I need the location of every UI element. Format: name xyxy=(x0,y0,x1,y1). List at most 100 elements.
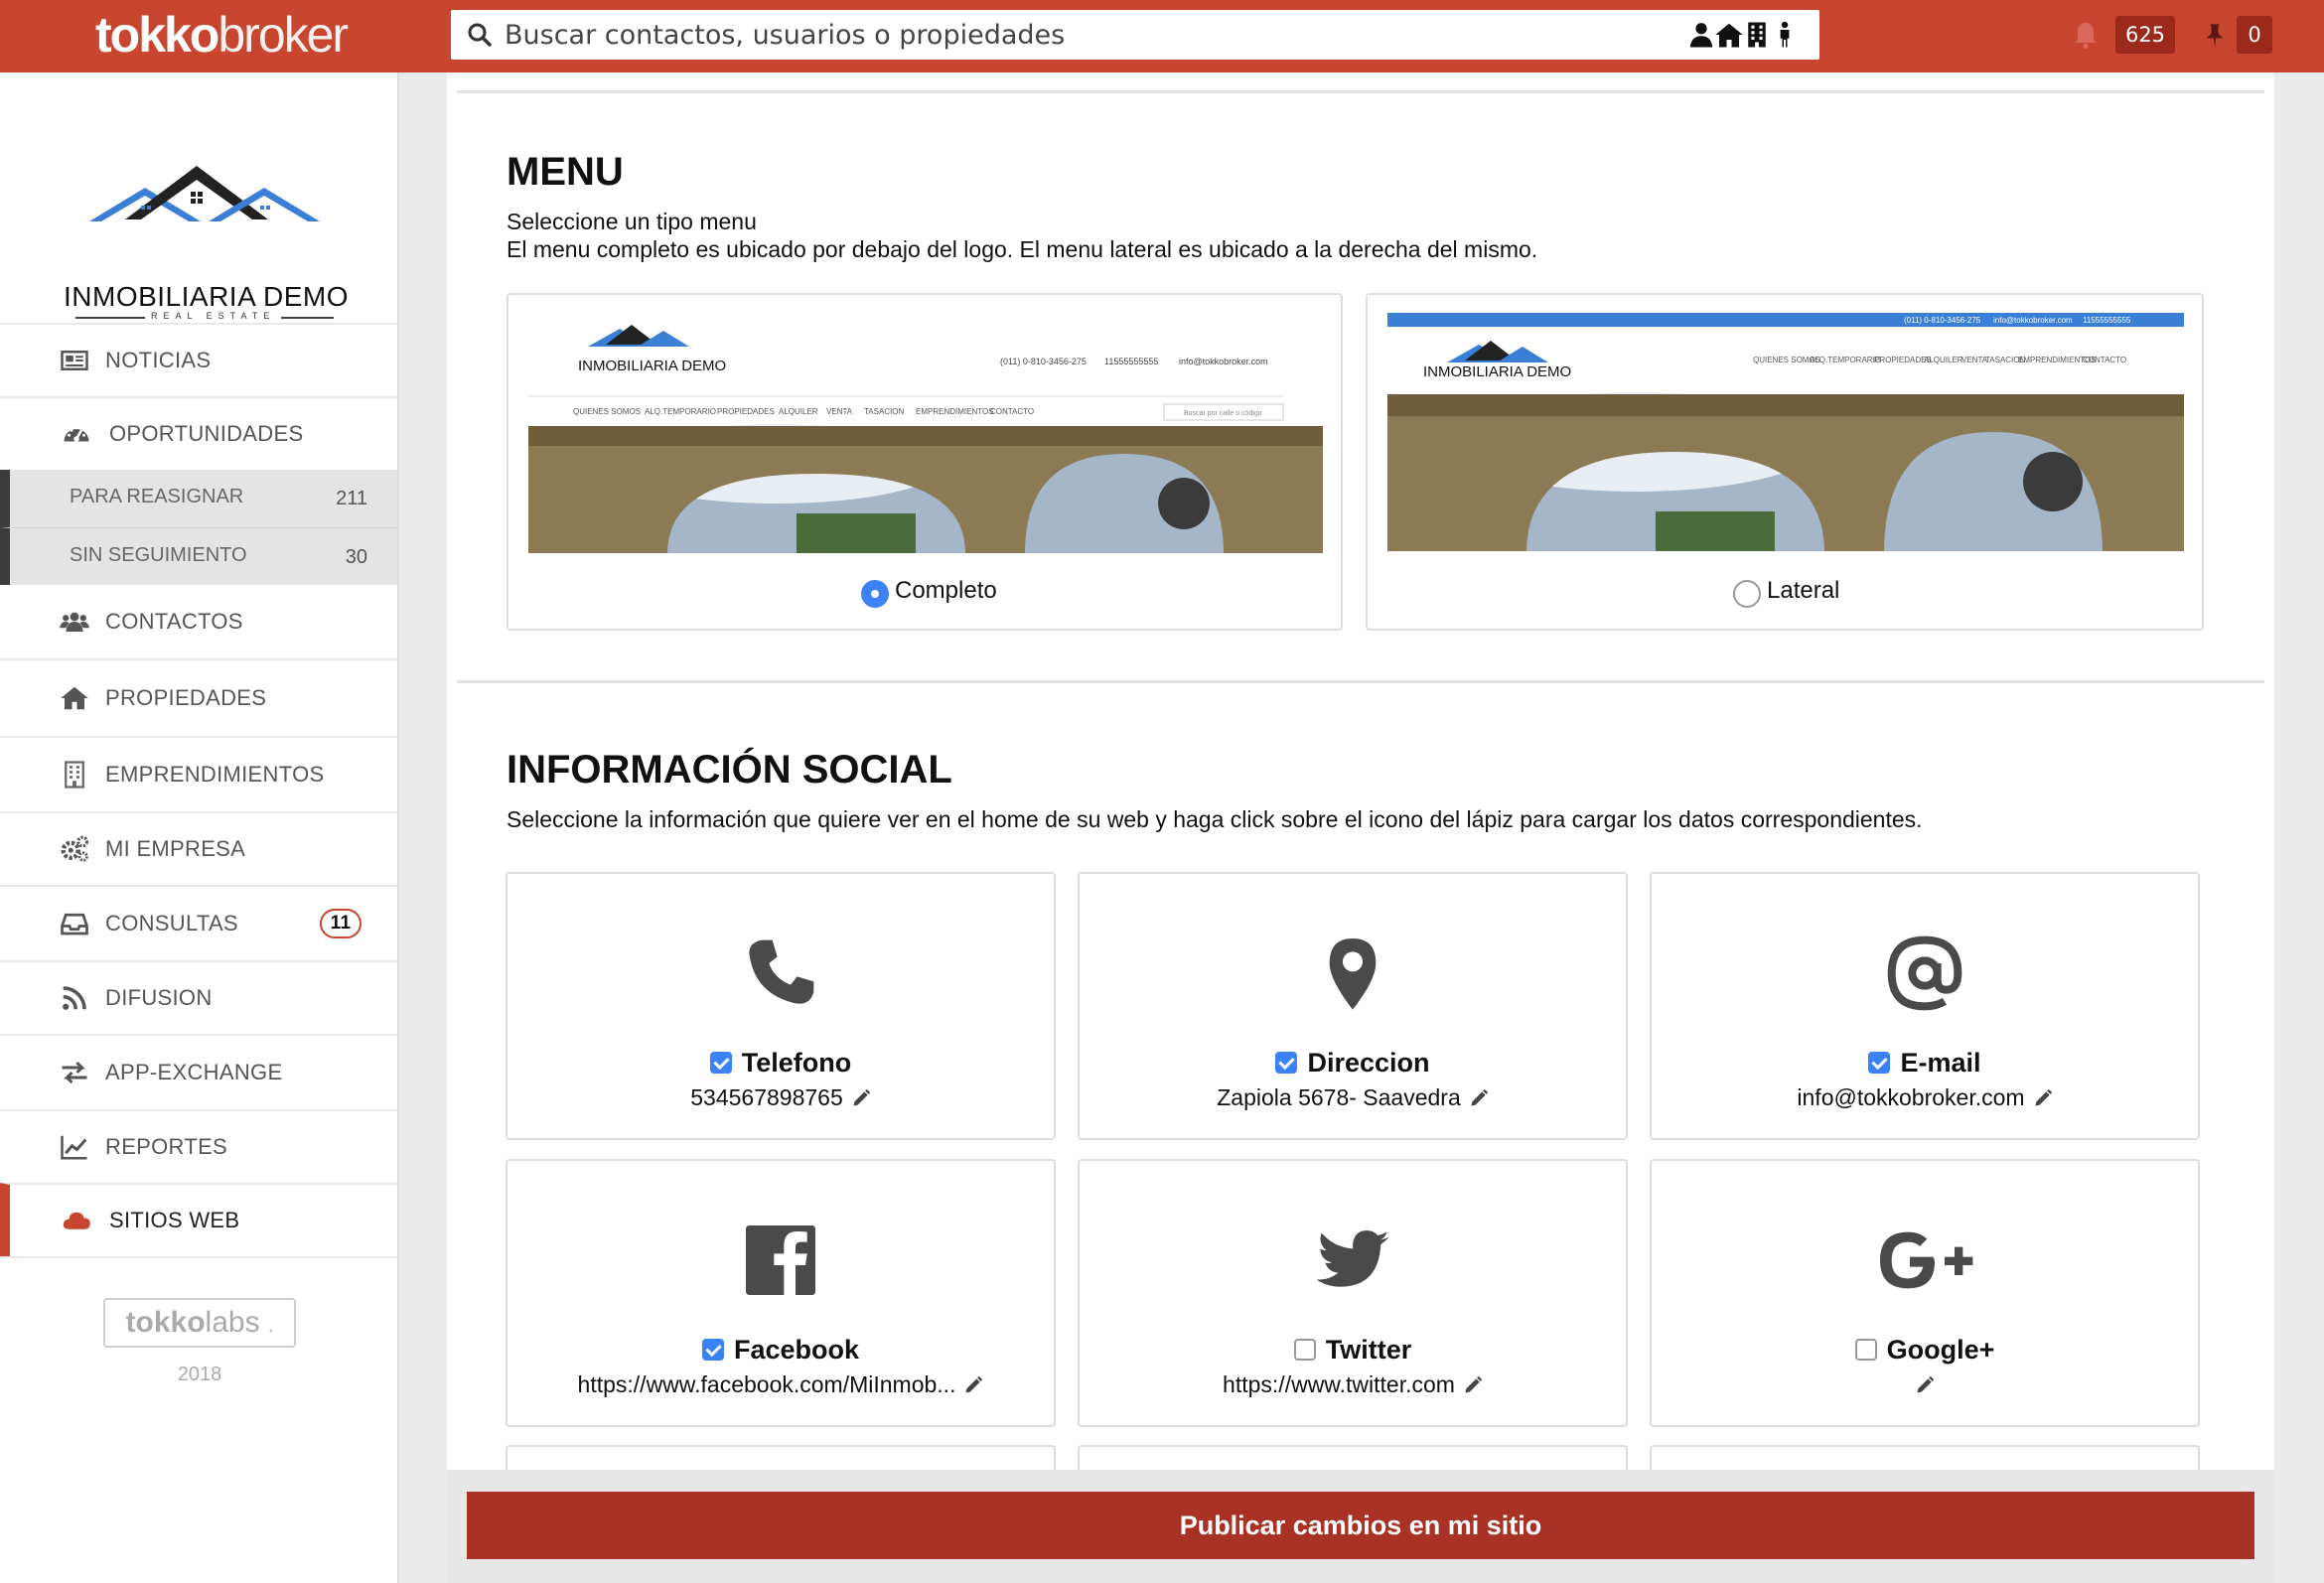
menu-lateral-radio[interactable] xyxy=(1733,580,1761,608)
sidebar-item-label: EMPRENDIMIENTOS xyxy=(105,762,325,787)
facebook-checkbox[interactable] xyxy=(701,1339,724,1361)
preview-nav-item: ALQUILER xyxy=(779,407,818,416)
search-icon xyxy=(468,23,492,47)
menu-option-completo-card[interactable]: INMOBILIARIA DEMO (011) 0-810-3456-275 1… xyxy=(507,293,1343,631)
direccion-edit-pencil-icon[interactable] xyxy=(1469,1088,1489,1108)
social-description: Seleccione la información que quiere ver… xyxy=(507,806,1923,832)
preview-nav-item: ALQ.TEMPORARIO xyxy=(645,407,716,416)
twitter-checkbox[interactable] xyxy=(1293,1339,1316,1361)
phone-icon xyxy=(749,939,814,1004)
chart-icon xyxy=(61,1135,87,1160)
social-card-direccion: Direccion Zapiola 5678- Saavedra xyxy=(1078,872,1628,1140)
lateral-preview-image: (011) 0-810-3456-275 info@tokkobroker.co… xyxy=(1387,313,2184,551)
preview-nav-item: ALQ.TEMPORARIO xyxy=(1810,356,1881,364)
sidebar-item-oportunidades[interactable]: OPORTUNIDADES xyxy=(0,396,397,470)
search-properties-icon[interactable] xyxy=(1714,20,1744,50)
bell-icon[interactable] xyxy=(2070,16,2102,54)
menu-option-lateral-card[interactable]: (011) 0-810-3456-275 info@tokkobroker.co… xyxy=(1366,293,2204,631)
preview-nav-item: CONTACTO xyxy=(990,407,1034,416)
twitter-edit-pencil-icon[interactable] xyxy=(1463,1375,1483,1395)
social-title: INFORMACIÓN SOCIAL xyxy=(507,748,952,792)
footer-logo-part-1: tokko xyxy=(125,1306,206,1339)
cloud-icon xyxy=(63,1212,90,1229)
search-developments-icon[interactable] xyxy=(1742,20,1772,50)
subitem-count: 211 xyxy=(336,488,367,509)
preview-nav-item: EMPRENDIMIENTOS xyxy=(916,407,994,416)
google-plus-icon xyxy=(1880,1231,1973,1289)
menu-completo-radio[interactable] xyxy=(861,580,889,608)
telefono-label: Telefono xyxy=(741,1048,852,1078)
sidebar-divider xyxy=(0,1256,397,1258)
pinned-count[interactable]: 0 xyxy=(2237,16,2272,54)
email-value: info@tokkobroker.com xyxy=(1797,1084,2025,1110)
direccion-label: Direccion xyxy=(1307,1048,1430,1078)
search-contacts-icon[interactable] xyxy=(1686,20,1716,50)
social-card-telefono: Telefono 534567898765 xyxy=(506,872,1056,1140)
sidebar-item-emprendimientos[interactable]: EMPRENDIMIENTOS xyxy=(0,736,397,811)
logo-part-2: broker xyxy=(218,7,349,63)
sidebar-item-contactos[interactable]: CONTACTOS xyxy=(0,585,397,658)
menu-subtitle: Seleccione un tipo menu xyxy=(507,209,757,234)
top-bar: tokkobroker 625 0 xyxy=(0,0,2324,72)
tokkolabs-footer-logo: tokkolabs . 2018 xyxy=(103,1298,296,1385)
inbox-icon xyxy=(61,913,88,935)
preview-email: info@tokkobroker.com xyxy=(1993,316,2073,325)
sidebar-item-label: APP-EXCHANGE xyxy=(105,1060,283,1084)
preview-nav-item: ALQUILER xyxy=(1924,356,1963,364)
sidebar-item-difusion[interactable]: DIFUSION xyxy=(0,960,397,1034)
facebook-label: Facebook xyxy=(733,1335,860,1365)
sidebar-subitem-para-reasignar[interactable]: PARA REASIGNAR 211 xyxy=(0,470,397,527)
telefono-edit-pencil-icon[interactable] xyxy=(851,1088,871,1108)
sidebar-item-label: CONSULTAS xyxy=(105,911,238,935)
home-icon xyxy=(61,686,88,710)
footer-logo-part-2: labs xyxy=(205,1306,260,1339)
exchange-icon xyxy=(62,1061,87,1084)
map-marker-icon xyxy=(1329,938,1377,1010)
menu-completo-preview: INMOBILIARIA DEMO (011) 0-810-3456-275 1… xyxy=(528,315,1323,553)
users-icon xyxy=(60,612,89,632)
sidebar-item-mi-empresa[interactable]: MI EMPRESA xyxy=(0,811,397,885)
notifications-count[interactable]: 625 xyxy=(2115,16,2175,54)
sidebar-item-noticias[interactable]: NOTICIAS xyxy=(0,323,397,396)
google-plus-edit-pencil-icon[interactable] xyxy=(1915,1375,1935,1395)
sidebar-item-label: REPORTES xyxy=(105,1134,228,1159)
sidebar-item-reportes[interactable]: REPORTES xyxy=(0,1109,397,1183)
facebook-edit-pencil-icon[interactable] xyxy=(963,1375,983,1395)
tokko-logo[interactable]: tokkobroker xyxy=(95,6,349,64)
pin-icon[interactable] xyxy=(2201,20,2229,52)
email-checkbox[interactable] xyxy=(1868,1052,1891,1074)
sidebar-item-label: OPORTUNIDADES xyxy=(109,421,304,446)
twitter-label: Twitter xyxy=(1325,1335,1412,1365)
preview-company-name: INMOBILIARIA DEMO xyxy=(1423,363,1571,380)
sidebar-item-app-exchange[interactable]: APP-EXCHANGE xyxy=(0,1034,397,1109)
twitter-value: https://www.twitter.com xyxy=(1223,1371,1455,1397)
search-users-icon[interactable] xyxy=(1770,20,1800,50)
section-divider xyxy=(457,680,2264,683)
sidebar-item-sitios-web[interactable]: SITIOS WEB xyxy=(0,1183,397,1256)
social-card-twitter: Twitter https://www.twitter.com xyxy=(1078,1159,1628,1427)
publish-bar: Publicar cambios en mi sitio xyxy=(447,1470,2274,1583)
preview-nav-item: PROPIEDADES xyxy=(717,407,775,416)
telefono-checkbox[interactable] xyxy=(709,1052,732,1074)
sidebar-subitem-sin-seguimiento[interactable]: SIN SEGUIMIENTO 30 xyxy=(0,527,397,585)
menu-description: El menu completo es ubicado por debajo d… xyxy=(507,236,1538,262)
google-plus-checkbox[interactable] xyxy=(1854,1339,1877,1361)
publish-changes-button[interactable]: Publicar cambios en mi sitio xyxy=(467,1492,2254,1559)
email-edit-pencil-icon[interactable] xyxy=(2033,1088,2053,1108)
sidebar-item-consultas[interactable]: CONSULTAS 11 xyxy=(0,885,397,960)
social-card-email: E-mail info@tokkobroker.com xyxy=(1650,872,2200,1140)
preview-search-hint: Buscar por calle o código xyxy=(1184,410,1262,417)
houses-logo-icon xyxy=(89,166,320,221)
building-icon xyxy=(65,761,84,789)
sidebar-item-label: CONTACTOS xyxy=(105,609,243,634)
sidebar-item-propiedades[interactable]: PROPIEDADES xyxy=(0,658,397,736)
direccion-checkbox[interactable] xyxy=(1275,1052,1298,1074)
menu-lateral-label[interactable]: Lateral xyxy=(1767,577,1839,605)
preview-whatsapp: 11555555555 xyxy=(1104,357,1158,366)
search-input[interactable] xyxy=(505,19,1647,51)
google-plus-label: Google+ xyxy=(1886,1335,1995,1365)
subitem-count: 30 xyxy=(345,546,367,568)
menu-completo-label[interactable]: Completo xyxy=(895,577,997,605)
preview-nav-item: TASACION xyxy=(864,407,905,416)
email-label: E-mail xyxy=(1900,1048,1981,1078)
